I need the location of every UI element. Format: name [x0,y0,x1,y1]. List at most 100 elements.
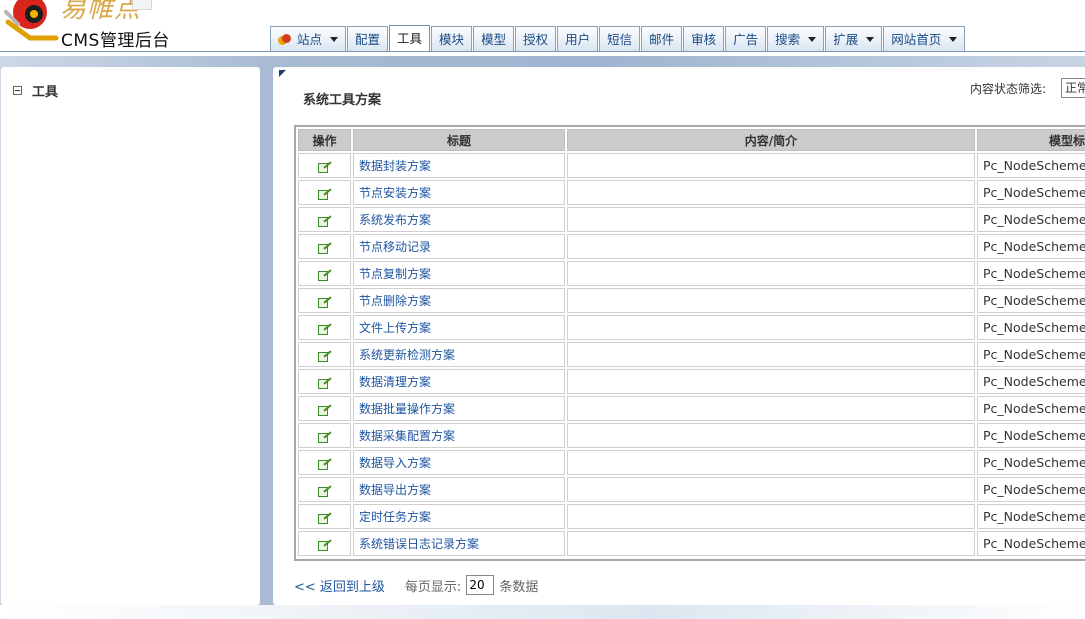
back-link[interactable]: << 返回到上级 [294,576,385,595]
pagesize-label: 每页显示: [404,579,462,595]
nav-tab-5[interactable]: 授权 [515,26,557,52]
row-title-link[interactable]: 节点删除方案 [353,288,565,313]
edit-icon[interactable] [318,458,331,470]
chevron-down-icon[interactable] [808,37,817,42]
row-title-link[interactable]: 数据清理方案 [353,369,565,394]
table-row: 数据批量操作方案 Pc_NodeScheme [298,396,1085,421]
row-model: Pc_NodeScheme [977,423,1085,448]
chevron-down-icon[interactable] [949,37,958,42]
edit-icon[interactable] [318,377,331,389]
row-action-cell [298,504,351,529]
row-title-link[interactable]: 数据封装方案 [353,153,565,178]
row-model: Pc_NodeScheme [977,261,1085,286]
row-model: Pc_NodeScheme [977,153,1085,178]
row-title-link[interactable]: 数据导入方案 [353,450,565,475]
nav-tab-9[interactable]: 审核 [683,26,725,52]
row-action-cell [298,396,351,421]
table-row: 数据采集配置方案 Pc_NodeScheme [298,423,1085,448]
row-title-link[interactable]: 系统发布方案 [353,207,565,232]
table-row: 数据导入方案 Pc_NodeScheme [298,450,1085,475]
header: 易帷点 CMS管理后台 站点 配置 工具 模块 模型 授权 用户 短信 邮件 审核 广告 搜索 扩展 网站… [0,0,1085,56]
edit-icon[interactable] [318,485,331,497]
logo-mark-icon [4,0,59,41]
collapse-icon[interactable] [13,86,22,95]
edit-icon[interactable] [318,539,331,551]
edit-icon[interactable] [318,161,331,173]
table-row: 节点删除方案 Pc_NodeScheme [298,288,1085,313]
edit-icon[interactable] [318,269,331,281]
row-summary [567,531,975,556]
pagesize-input[interactable] [466,575,495,595]
row-title-link[interactable]: 定时任务方案 [353,504,565,529]
nav-tab-6[interactable]: 用户 [557,26,599,52]
edit-icon[interactable] [318,512,331,524]
row-title-link[interactable]: 数据批量操作方案 [353,396,565,421]
row-model: Pc_NodeScheme [977,531,1085,556]
nav-tab-label: 广告 [733,31,759,47]
nav-tab-4[interactable]: 模型 [473,26,515,52]
nav-tab-label: 站点 [297,31,323,47]
stage-bottom-band [0,605,1085,619]
row-title-link[interactable]: 文件上传方案 [353,315,565,340]
nav-tab-1[interactable]: 配置 [347,26,389,52]
row-summary [567,234,975,259]
logo-tab [132,0,152,10]
row-action-cell [298,423,351,448]
row-action-cell [298,180,351,205]
edit-icon[interactable] [318,242,331,254]
row-action-cell [298,207,351,232]
chevron-down-icon[interactable] [866,37,875,42]
sidebar-item-label: 工具 [32,85,59,100]
main-panel: 系统工具方案 内容状态筛选: 正常 操作 标题 内容/简介 模型标 数据封装方案… [273,67,1085,605]
nav-tab-11[interactable]: 搜索 [767,26,825,52]
row-title-link[interactable]: 系统更新检测方案 [353,342,565,367]
filter-label: 内容状态筛选: [970,82,1047,96]
row-action-cell [298,450,351,475]
row-summary [567,315,975,340]
row-action-cell [298,288,351,313]
row-summary [567,477,975,502]
sidebar: 工具 [1,67,260,605]
row-action-cell [298,477,351,502]
edit-icon[interactable] [318,296,331,308]
nav-tab-13[interactable]: 网站首页 [883,26,966,52]
row-title-link[interactable]: 节点复制方案 [353,261,565,286]
nav-tab-12[interactable]: 扩展 [825,26,883,52]
sidebar-item-tools[interactable]: 工具 [13,81,58,100]
row-action-cell [298,342,351,367]
row-title-link[interactable]: 数据采集配置方案 [353,423,565,448]
row-summary [567,342,975,367]
row-model: Pc_NodeScheme [977,450,1085,475]
row-title-link[interactable]: 数据导出方案 [353,477,565,502]
row-title-link[interactable]: 节点移动记录 [353,234,565,259]
row-model: Pc_NodeScheme [977,396,1085,421]
row-action-cell [298,234,351,259]
row-summary [567,207,975,232]
scheme-table: 操作 标题 内容/简介 模型标 数据封装方案 Pc_NodeScheme 节点安装方… [296,127,1085,558]
edit-icon[interactable] [318,431,331,443]
row-title-link[interactable]: 节点安装方案 [353,180,565,205]
row-title-link[interactable]: 系统错误日志记录方案 [353,531,565,556]
nav-tab-8[interactable]: 邮件 [641,26,683,52]
nav-tab-3[interactable]: 模块 [431,26,473,52]
nav-tab-7[interactable]: 短信 [599,26,641,52]
row-summary [567,396,975,421]
row-summary [567,261,975,286]
nav-tab-label: 扩展 [833,31,859,47]
chevron-down-icon[interactable] [330,37,339,42]
edit-icon[interactable] [318,323,331,335]
edit-icon[interactable] [318,188,331,200]
row-summary [567,450,975,475]
row-action-cell [298,153,351,178]
edit-icon[interactable] [318,350,331,362]
nav-tab-label: 用户 [565,31,591,47]
nav-tab-0[interactable]: 站点 [270,26,347,52]
table-row: 定时任务方案 Pc_NodeScheme [298,504,1085,529]
nav-tab-label: 工具 [397,31,423,46]
status-filter-select[interactable]: 正常 [1061,78,1085,98]
edit-icon[interactable] [318,215,331,227]
scheme-table-wrap: 操作 标题 内容/简介 模型标 数据封装方案 Pc_NodeScheme 节点安装方… [294,125,1085,561]
edit-icon[interactable] [318,404,331,416]
nav-tab-2[interactable]: 工具 [389,25,431,52]
nav-tab-10[interactable]: 广告 [725,26,767,52]
